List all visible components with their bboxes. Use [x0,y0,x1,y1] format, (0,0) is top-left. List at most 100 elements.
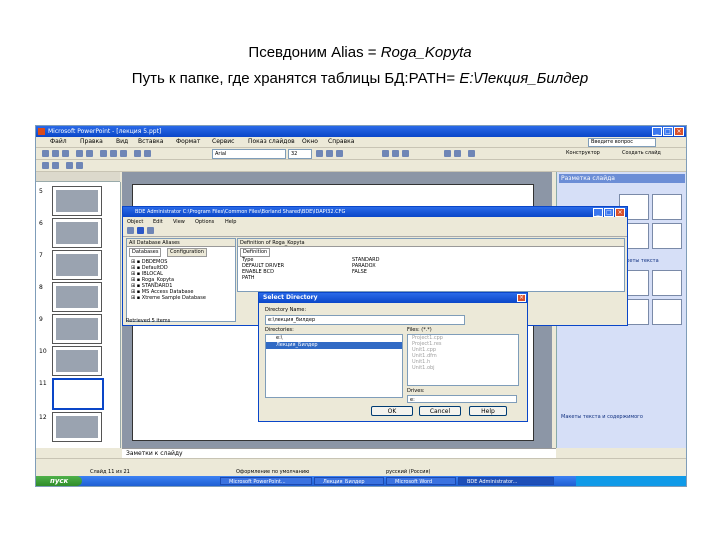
numbering-icon[interactable] [454,150,461,157]
directories-list[interactable]: e:\ Лекция_Билдер [265,334,403,398]
taskbar-item[interactable]: Microsoft PowerPoint... [220,477,312,485]
toolbar-icon[interactable] [52,162,59,169]
menu-format[interactable]: Формат [176,138,200,145]
toolbar-icon[interactable] [42,162,49,169]
layout-grid-top [619,194,683,249]
tab-definition[interactable]: Definition [240,248,271,257]
new-slide-button[interactable]: Создать слайд [622,150,661,156]
bde-status: Retrieved 5 items [126,318,171,324]
bde-menu-edit[interactable]: Edit [153,219,163,225]
bde-menu-help[interactable]: Help [225,219,236,225]
toolbar-icon[interactable] [66,162,73,169]
slide-thumbnail[interactable] [52,218,102,248]
menu-file[interactable]: Файл [50,138,67,145]
toolbar-icon[interactable] [147,227,154,234]
tree-item[interactable]: ⊞ ▪ Xtreme Sample Database [131,295,206,301]
font-color-icon[interactable] [468,150,475,157]
font-name-select[interactable]: Arial [212,149,286,159]
slide-thumbnail[interactable] [52,314,102,344]
ok-button[interactable]: OK [371,406,413,416]
taskbar-item[interactable]: Microsoft Word [386,477,456,485]
menu-slide-show[interactable]: Показ слайдов [248,138,295,145]
property-row[interactable]: PATH [242,275,380,281]
help-button[interactable]: Help [469,406,507,416]
definition-properties: Type STANDARD DEFAULT DRIVER PARADOX ENABL… [242,257,380,281]
slides-outline-tabs[interactable] [36,172,120,182]
slide-thumbnail[interactable] [52,412,102,442]
folder-item[interactable]: e:\ [266,335,402,342]
bde-menu-view[interactable]: View [173,219,185,225]
tab-configuration[interactable]: Configuration [167,248,207,257]
align-left-icon[interactable] [382,150,389,157]
italic-icon[interactable] [326,150,333,157]
caption-path-value: E:\Лекция_Билдер [459,70,589,87]
menu-window[interactable]: Окно [302,138,318,145]
tab-databases[interactable]: Databases [129,248,162,257]
cut-icon[interactable] [100,150,107,157]
maximize-icon[interactable]: □ [604,208,614,217]
slide-thumbnail[interactable] [52,282,102,312]
start-button[interactable]: пуск [36,476,82,486]
preview-icon[interactable] [86,150,93,157]
menu-view[interactable]: Вид [116,138,128,145]
taskbar-item[interactable]: Лекция_Билдер [314,477,384,485]
paste-icon[interactable] [120,150,127,157]
maximize-icon[interactable]: □ [663,127,673,136]
directory-name-label: Directory Name: [265,307,307,313]
bde-menu-options[interactable]: Options [195,219,214,225]
align-right-icon[interactable] [402,150,409,157]
drives-label: Drives: [407,388,425,394]
bullets-icon[interactable] [444,150,451,157]
print-icon[interactable] [76,150,83,157]
powerpoint-title-bar: Microsoft PowerPoint - [лекция 5.ppt] _ … [36,126,686,137]
directory-name-input[interactable]: e:\лекция_билдер [265,315,465,325]
save-icon[interactable] [62,150,69,157]
open-icon[interactable] [52,150,59,157]
layout-option[interactable] [652,223,682,249]
minimize-icon[interactable]: _ [652,127,662,136]
menu-tools[interactable]: Сервис [212,138,234,145]
slide-thumbnail[interactable] [52,250,102,280]
files-label: Files: (*.*) [407,327,432,333]
redo-icon[interactable] [144,150,151,157]
drives-select[interactable]: e: [407,395,517,403]
layout-option[interactable] [652,299,682,325]
slide-thumbnail-selected[interactable] [52,378,104,410]
status-bar: Слайд 11 из 21 Оформление по умолчанию р… [36,468,686,476]
caption-path-label: Путь к папке, где хранятся таблицы БД:PA… [131,70,460,87]
font-size-select[interactable]: 32 [288,149,312,159]
help-question-input[interactable]: Введите вопрос [588,138,656,147]
close-icon[interactable]: × [615,208,625,217]
close-icon[interactable]: × [674,127,684,136]
caption-alias: Псевдоним Alias = Roga_Kopyta [0,44,720,61]
layout-option[interactable] [652,194,682,220]
toolbar-icon[interactable] [127,227,134,234]
new-icon[interactable] [42,150,49,157]
menu-edit[interactable]: Правка [80,138,103,145]
menu-help[interactable]: Справка [328,138,354,145]
caption-path: Путь к папке, где хранятся таблицы БД:PA… [0,70,720,87]
powerpoint-menu-bar: Файл Правка Вид Вставка Формат Сервис По… [36,137,686,148]
folder-item-selected[interactable]: Лекция_Билдер [266,342,402,349]
bold-icon[interactable] [316,150,323,157]
close-icon[interactable]: × [517,294,526,302]
design-button[interactable]: Конструктор [566,150,600,156]
taskbar-item-active[interactable]: BDE Administrator... [458,477,554,485]
slide-number: 5 [39,188,43,195]
undo-icon[interactable] [134,150,141,157]
align-center-icon[interactable] [392,150,399,157]
copy-icon[interactable] [110,150,117,157]
menu-insert[interactable]: Вставка [138,138,163,145]
slide-thumbnail[interactable] [52,186,102,216]
minimize-icon[interactable]: _ [593,208,603,217]
underline-icon[interactable] [336,150,343,157]
bde-menu-object[interactable]: Object [127,219,143,225]
layout-option[interactable] [652,270,682,296]
cancel-button[interactable]: Cancel [419,406,461,416]
alias-tree: ⊞ ▪ DBDEMOS ⊞ ▪ DefaultDD ⊞ ▪ IBLOCAL ⊞ … [131,259,206,301]
toolbar-icon[interactable] [76,162,83,169]
slide-number: 10 [39,348,47,355]
slide-thumbnail[interactable] [52,346,102,376]
status-slide: Слайд 11 из 21 [90,469,130,475]
delete-icon[interactable] [137,227,144,234]
